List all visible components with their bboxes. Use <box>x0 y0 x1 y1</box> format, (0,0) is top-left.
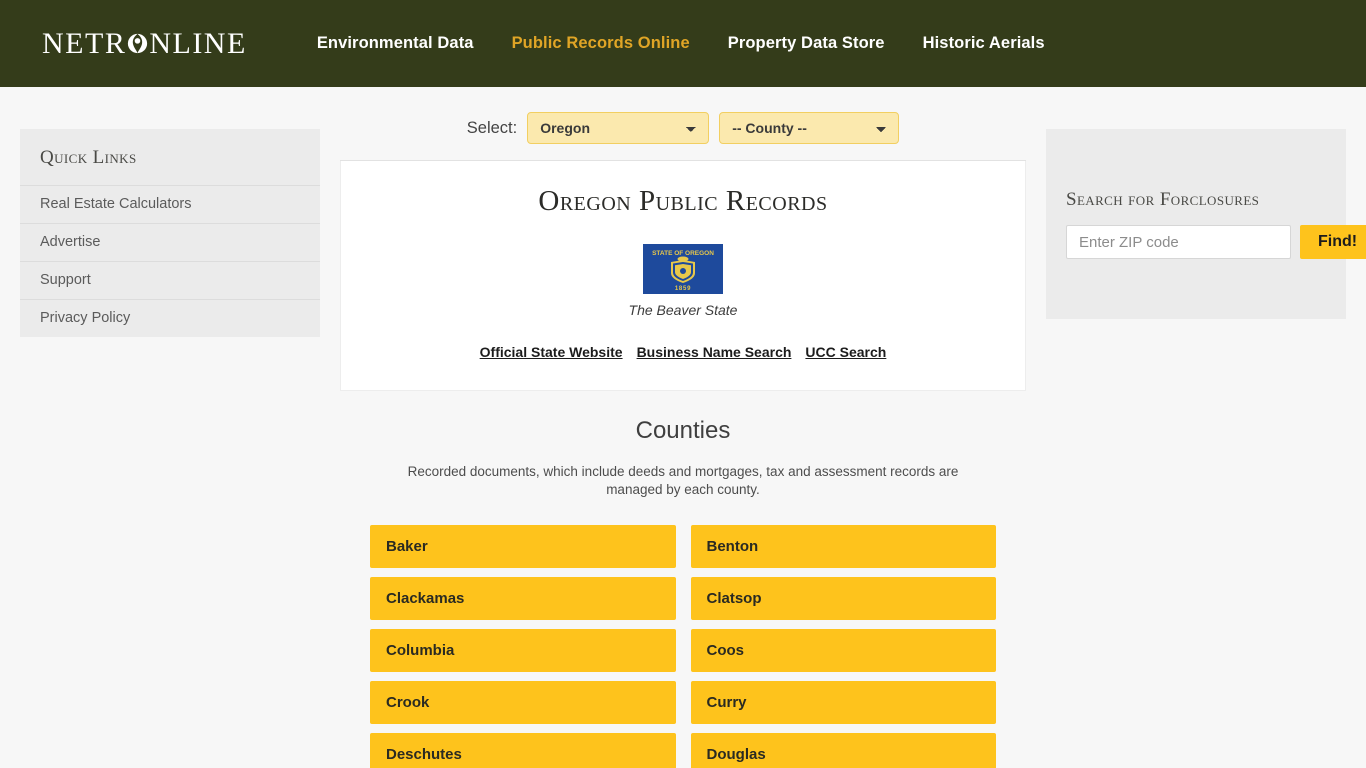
nav-environmental-data[interactable]: Environmental Data <box>317 34 474 53</box>
sidebar-item-advertise[interactable]: Advertise <box>20 223 320 261</box>
state-flag-block: STATE OF OREGON 1859 The Beaver State <box>361 244 1005 318</box>
forclosure-search-form: Find! <box>1066 225 1366 259</box>
counties-description: Recorded documents, which include deeds … <box>407 464 959 497</box>
state-info-card: Oregon Public Records STATE OF OREGON 18… <box>340 161 1026 391</box>
globe-icon <box>127 33 148 54</box>
page-title: Oregon Public Records <box>538 185 828 217</box>
forclosure-search-panel: Search for Forclosures Find! <box>1046 129 1366 319</box>
nav-property-data-store[interactable]: Property Data Store <box>728 34 885 53</box>
forclosure-search-title: Search for Forclosures <box>1066 189 1260 210</box>
state-resource-links: Official State Website Business Name Sea… <box>361 344 1005 360</box>
county-button-grid: Baker Benton Clackamas Clatsop Columbia … <box>340 524 1026 768</box>
sidebar-item-support[interactable]: Support <box>20 261 320 299</box>
sidebar-item-real-estate-calculators[interactable]: Real Estate Calculators <box>20 185 320 223</box>
find-button[interactable]: Find! <box>1300 225 1366 259</box>
main-navigation: Environmental Data Public Records Online… <box>317 34 1045 53</box>
oregon-state-flag-icon: STATE OF OREGON 1859 <box>643 244 723 294</box>
logo-text-after: NLINE <box>149 26 247 60</box>
state-county-selector: Select: Oregon -- County -- <box>340 87 1026 160</box>
county-button-curry[interactable]: Curry <box>690 680 996 724</box>
link-business-name-search[interactable]: Business Name Search <box>637 344 792 360</box>
county-button-columbia[interactable]: Columbia <box>370 628 676 672</box>
state-select[interactable]: Oregon <box>527 112 710 144</box>
county-button-crook[interactable]: Crook <box>370 680 676 724</box>
county-button-deschutes[interactable]: Deschutes <box>370 732 676 768</box>
quick-links-panel: Quick Links Real Estate Calculators Adve… <box>20 129 320 337</box>
quick-links-title: Quick Links <box>40 147 137 168</box>
flag-top-text: STATE OF OREGON <box>652 250 714 257</box>
county-button-clatsop[interactable]: Clatsop <box>690 576 996 620</box>
site-header: NETR NLINE Environmental Data Public Rec… <box>0 0 1366 87</box>
link-ucc-search[interactable]: UCC Search <box>805 344 886 360</box>
select-label: Select: <box>466 118 518 137</box>
main-content: Select: Oregon -- County -- Oregon Publi… <box>340 87 1026 768</box>
county-select[interactable]: -- County -- <box>719 112 900 144</box>
nav-historic-aerials[interactable]: Historic Aerials <box>923 34 1045 53</box>
county-button-benton[interactable]: Benton <box>690 524 996 568</box>
counties-heading: Counties <box>635 417 731 444</box>
logo-text-before: NETR <box>42 26 127 60</box>
county-button-douglas[interactable]: Douglas <box>690 732 996 768</box>
county-button-clackamas[interactable]: Clackamas <box>370 576 676 620</box>
flag-year-text: 1859 <box>675 286 691 292</box>
county-button-baker[interactable]: Baker <box>370 524 676 568</box>
county-button-coos[interactable]: Coos <box>690 628 996 672</box>
page-body: Quick Links Real Estate Calculators Adve… <box>0 87 1366 768</box>
netronline-logo[interactable]: NETR NLINE <box>42 27 247 61</box>
sidebar-item-privacy-policy[interactable]: Privacy Policy <box>20 299 320 337</box>
link-official-state-website[interactable]: Official State Website <box>480 344 623 360</box>
nav-public-records-online[interactable]: Public Records Online <box>512 34 690 53</box>
zip-code-input[interactable] <box>1066 225 1291 259</box>
state-nickname: The Beaver State <box>628 302 738 318</box>
